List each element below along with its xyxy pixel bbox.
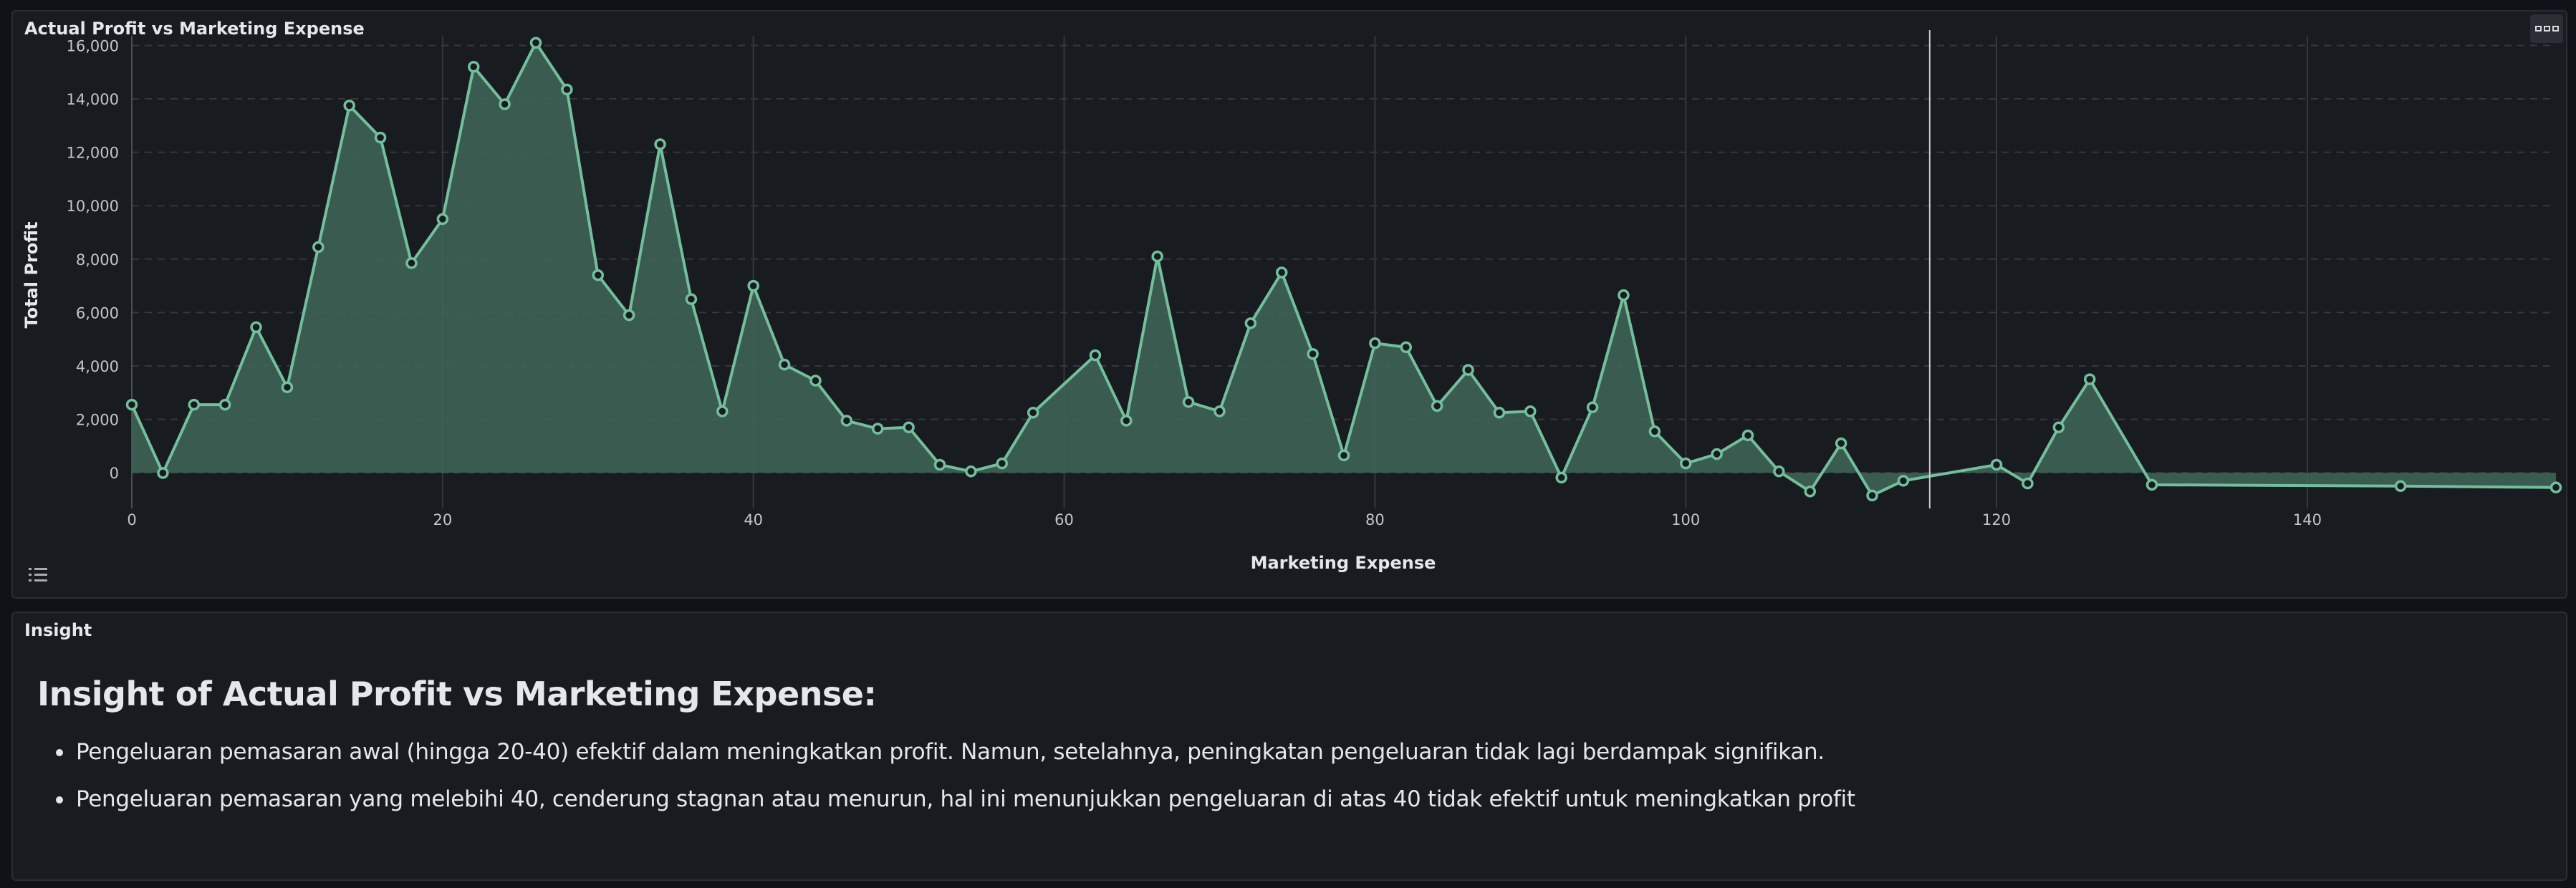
data-point bbox=[1990, 458, 2003, 471]
data-point bbox=[218, 398, 231, 411]
data-point bbox=[561, 83, 573, 96]
data-point bbox=[933, 458, 946, 471]
insight-point: Pengeluaran pemasaran yang melebihi 40, … bbox=[37, 783, 2537, 815]
profit-vs-marketing-chart[interactable]: 0 2,000 4,000 6,000 8,000 10,000 12,000 14,000 1… bbox=[13, 11, 2569, 600]
series-area bbox=[132, 42, 2556, 496]
data-point bbox=[2145, 478, 2158, 491]
legend-toggle-icon[interactable] bbox=[27, 566, 50, 584]
data-point bbox=[188, 398, 201, 411]
y-tick-label: 12,000 bbox=[67, 145, 119, 162]
y-tick-label: 6,000 bbox=[76, 304, 119, 322]
data-point bbox=[1462, 364, 1474, 376]
data-point bbox=[1897, 475, 1910, 487]
y-tick-label: 8,000 bbox=[76, 251, 119, 269]
data-point bbox=[250, 321, 262, 334]
insight-heading: Insight of Actual Profit vs Marketing Ex… bbox=[37, 675, 877, 713]
x-tick-label: 0 bbox=[127, 511, 136, 529]
insight-panel-title: Insight bbox=[24, 620, 92, 640]
data-point bbox=[374, 131, 387, 144]
x-tick-label: 80 bbox=[1365, 511, 1385, 529]
data-point bbox=[1120, 415, 1133, 427]
data-point bbox=[2022, 477, 2034, 490]
x-tick-label: 100 bbox=[1671, 511, 1700, 529]
chart-panel: Actual Profit vs Marketing Expense 0 2,00… bbox=[11, 10, 2567, 599]
data-point bbox=[592, 269, 605, 281]
x-axis-label: Marketing Expense bbox=[1251, 553, 1436, 573]
data-point bbox=[1866, 489, 1878, 502]
x-tick-label: 60 bbox=[1054, 511, 1074, 529]
data-point bbox=[654, 138, 666, 150]
data-point bbox=[343, 100, 355, 112]
data-point bbox=[1089, 349, 1102, 362]
x-tick-label: 120 bbox=[1982, 511, 2011, 529]
data-point bbox=[281, 381, 294, 394]
data-point bbox=[529, 37, 542, 49]
data-point bbox=[685, 293, 698, 306]
insight-panel: Insight Insight of Actual Profit vs Mark… bbox=[11, 612, 2567, 881]
data-point bbox=[1337, 449, 1350, 462]
data-point bbox=[778, 358, 791, 371]
data-point bbox=[1369, 337, 1381, 349]
data-point bbox=[965, 465, 977, 478]
data-point bbox=[312, 241, 325, 254]
data-point bbox=[1741, 429, 1754, 442]
data-point bbox=[1213, 405, 1226, 418]
data-point bbox=[2083, 373, 2096, 385]
data-point bbox=[1773, 465, 1785, 478]
data-point bbox=[1524, 405, 1537, 418]
data-point bbox=[1586, 401, 1599, 414]
data-point bbox=[1493, 407, 1506, 419]
data-point bbox=[1618, 289, 1630, 301]
data-point bbox=[996, 457, 1009, 470]
data-point bbox=[1648, 425, 1661, 438]
data-point bbox=[716, 405, 729, 418]
data-point bbox=[1835, 437, 1847, 450]
data-point bbox=[1555, 471, 1567, 484]
data-point bbox=[1151, 250, 1163, 263]
data-point bbox=[623, 309, 635, 322]
y-tick-label: 10,000 bbox=[67, 198, 119, 215]
data-point bbox=[1804, 486, 1817, 498]
insight-list: Pengeluaran pemasaran awal (hingga 20-40… bbox=[37, 736, 2537, 815]
data-point bbox=[1431, 400, 1443, 412]
data-point bbox=[903, 421, 915, 434]
x-tick-label: 140 bbox=[2293, 511, 2322, 529]
x-tick-label: 20 bbox=[433, 511, 452, 529]
data-point bbox=[1400, 341, 1413, 354]
data-point bbox=[1275, 266, 1288, 279]
data-point bbox=[1244, 317, 1257, 329]
data-point bbox=[499, 98, 511, 110]
data-point bbox=[1182, 396, 1195, 408]
data-point bbox=[809, 375, 822, 387]
data-point bbox=[1027, 407, 1039, 419]
y-tick-label: 14,000 bbox=[67, 91, 119, 108]
data-point bbox=[2549, 481, 2562, 493]
data-point bbox=[1307, 347, 1319, 360]
data-point bbox=[2394, 480, 2407, 493]
data-point bbox=[871, 423, 884, 435]
data-point bbox=[467, 61, 480, 73]
insight-content: Insight of Actual Profit vs Marketing Ex… bbox=[37, 675, 2537, 831]
data-point bbox=[1679, 457, 1692, 470]
x-tick-label: 40 bbox=[744, 511, 763, 529]
data-point bbox=[405, 257, 418, 269]
data-point bbox=[157, 467, 169, 479]
data-point bbox=[840, 415, 853, 427]
data-point bbox=[1711, 448, 1723, 460]
data-point bbox=[747, 279, 759, 292]
data-point bbox=[125, 398, 138, 411]
y-tick-label: 4,000 bbox=[76, 358, 119, 375]
data-point bbox=[2052, 421, 2065, 434]
data-point bbox=[436, 213, 449, 226]
y-tick-label: 0 bbox=[110, 465, 119, 482]
y-tick-label: 2,000 bbox=[76, 412, 119, 429]
y-tick-label: 16,000 bbox=[67, 37, 119, 54]
insight-point: Pengeluaran pemasaran awal (hingga 20-40… bbox=[37, 736, 2537, 768]
y-axis-label: Total Profit bbox=[21, 221, 42, 328]
